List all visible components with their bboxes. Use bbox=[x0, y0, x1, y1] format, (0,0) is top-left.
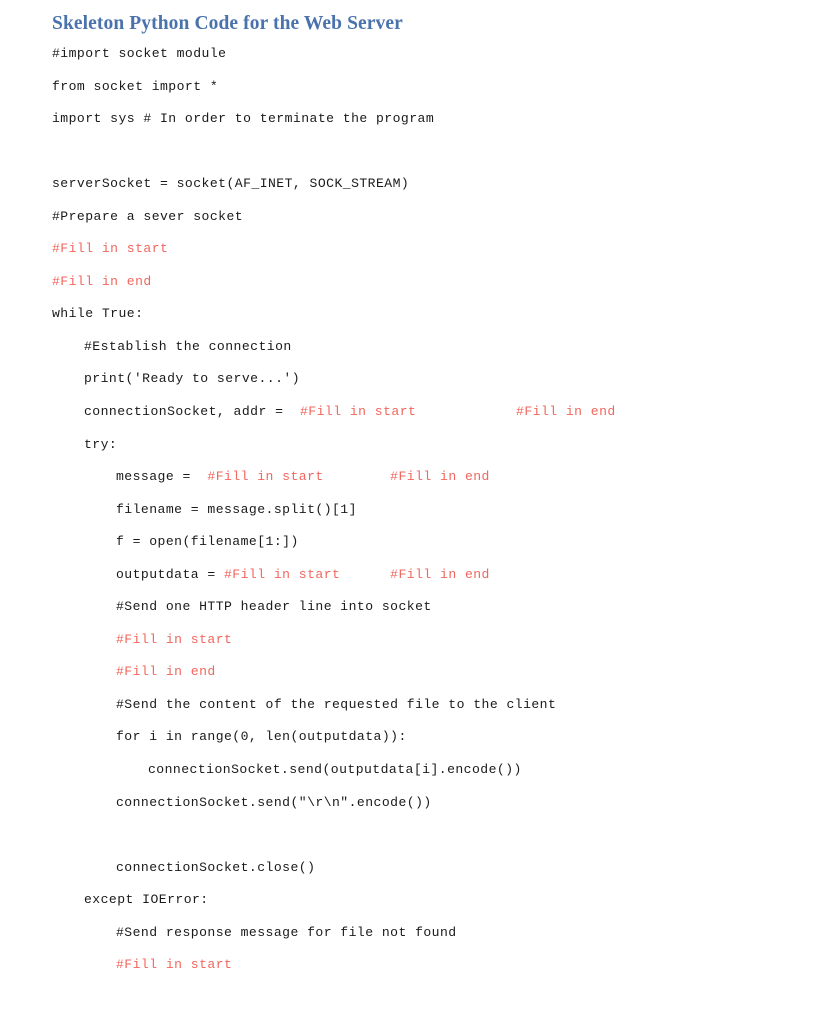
code-text: serverSocket = socket(AF_INET, SOCK_STRE… bbox=[52, 176, 410, 192]
code-line: outputdata = #Fill in start #Fill in end bbox=[0, 559, 824, 592]
page-title: Skeleton Python Code for the Web Server bbox=[52, 13, 403, 34]
code-line: #Establish the connection bbox=[0, 331, 824, 364]
code-line: #Send the content of the requested file … bbox=[0, 689, 824, 722]
code-line: #Fill in start bbox=[0, 233, 824, 266]
code-line: #Fill in start bbox=[0, 624, 824, 657]
code-line: #Fill in end bbox=[0, 656, 824, 689]
fill-in-marker: #Fill in end bbox=[116, 664, 216, 680]
code-line: connectionSocket.close() bbox=[0, 852, 824, 885]
code-text: connectionSocket, addr = bbox=[84, 404, 300, 420]
code-line: #import socket module bbox=[0, 38, 824, 71]
code-line: serverSocket = socket(AF_INET, SOCK_STRE… bbox=[0, 168, 824, 201]
code-text: connectionSocket.send(outputdata[i].enco… bbox=[148, 762, 522, 778]
fill-in-marker: #Fill in start bbox=[116, 631, 233, 647]
code-line: #Fill in end bbox=[0, 266, 824, 299]
code-text: while True: bbox=[52, 306, 144, 322]
code-text: try: bbox=[84, 436, 118, 452]
code-text: #Send the content of the requested file … bbox=[116, 696, 557, 712]
code-line: #Send one HTTP header line into socket bbox=[0, 591, 824, 624]
code-text: from socket import * bbox=[52, 78, 219, 94]
code-text: #Send response message for file not foun… bbox=[116, 924, 457, 940]
code-block: #import socket module from socket import … bbox=[0, 38, 824, 982]
code-line: message = #Fill in start #Fill in end bbox=[0, 461, 824, 494]
fill-in-marker: #Fill in end bbox=[52, 273, 152, 289]
code-text: f = open(filename[1:]) bbox=[116, 534, 299, 550]
code-text: #Prepare a sever socket bbox=[52, 208, 244, 224]
code-line: #Prepare a sever socket bbox=[0, 201, 824, 234]
code-text: print('Ready to serve...') bbox=[84, 371, 300, 387]
code-line: connectionSocket.send("\r\n".encode()) bbox=[0, 787, 824, 820]
code-text: #Establish the connection bbox=[84, 338, 292, 354]
code-line: #Send response message for file not foun… bbox=[0, 917, 824, 950]
code-text: filename = message.split()[1] bbox=[116, 501, 357, 517]
fill-in-marker: #Fill in start bbox=[224, 566, 341, 582]
fill-in-marker: #Fill in start bbox=[207, 469, 324, 485]
code-text: message = bbox=[116, 469, 208, 485]
code-text: except IOError: bbox=[84, 892, 209, 908]
code-line: for i in range(0, len(outputdata)): bbox=[0, 721, 824, 754]
fill-in-marker: #Fill in end bbox=[390, 469, 490, 485]
code-line: filename = message.split()[1] bbox=[0, 494, 824, 527]
document-page: Skeleton Python Code for the Web Server … bbox=[0, 0, 824, 1024]
code-line: connectionSocket.send(outputdata[i].enco… bbox=[0, 754, 824, 787]
fill-in-marker: #Fill in end bbox=[516, 404, 616, 420]
code-text: import sys # In order to terminate the p… bbox=[52, 111, 435, 127]
fill-in-marker: #Fill in end bbox=[390, 566, 490, 582]
code-text: #Send one HTTP header line into socket bbox=[116, 599, 432, 615]
fill-in-marker: #Fill in start bbox=[300, 404, 417, 420]
fill-in-marker: #Fill in start bbox=[52, 241, 169, 257]
code-line: #Fill in start bbox=[0, 949, 824, 982]
code-line: while True: bbox=[0, 298, 824, 331]
code-line: try: bbox=[0, 429, 824, 462]
code-text: for i in range(0, len(outputdata)): bbox=[116, 729, 407, 745]
code-line: connectionSocket, addr = #Fill in start … bbox=[0, 396, 824, 429]
code-line: import sys # In order to terminate the p… bbox=[0, 103, 824, 136]
code-line: from socket import * bbox=[0, 71, 824, 104]
code-text: connectionSocket.send("\r\n".encode()) bbox=[116, 794, 432, 810]
code-line: except IOError: bbox=[0, 884, 824, 917]
code-text: connectionSocket.close() bbox=[116, 859, 316, 875]
fill-in-marker: #Fill in start bbox=[116, 957, 233, 973]
code-text: #import socket module bbox=[52, 46, 227, 61]
code-line: f = open(filename[1:]) bbox=[0, 526, 824, 559]
code-text: outputdata = bbox=[116, 566, 224, 582]
code-line: print('Ready to serve...') bbox=[0, 363, 824, 396]
